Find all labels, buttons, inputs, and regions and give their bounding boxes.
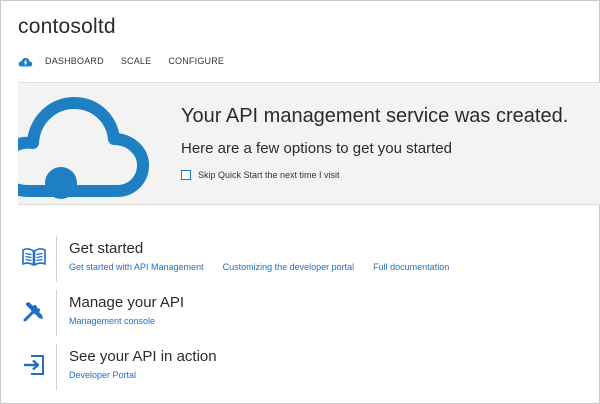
section-get-started: Get started Get started with API Managem… [18,236,598,282]
quick-start-banner: Your API management service was created.… [18,82,600,205]
section-divider [56,290,57,336]
sign-in-icon [18,349,50,381]
hero-headline: Your API management service was created. [181,105,569,127]
book-icon [18,241,50,273]
section-divider [56,344,57,390]
link-get-started-api-management[interactable]: Get started with API Management [69,262,204,272]
nav-configure[interactable]: CONFIGURE [168,56,224,66]
link-full-documentation[interactable]: Full documentation [373,262,449,272]
hero-subheadline: Here are a few options to get you starte… [181,140,452,157]
skip-quickstart-label[interactable]: Skip Quick Start the next time I visit [198,170,340,180]
tools-icon [18,295,50,327]
cloud-bolt-icon[interactable] [18,55,33,67]
link-management-console[interactable]: Management console [69,316,155,326]
section-title: Get started [69,240,144,257]
service-title: contosoltd [18,15,116,38]
section-links: Management console [69,316,174,326]
section-api-in-action: See your API in action Developer Portal [18,344,598,390]
top-nav: DASHBOARD SCALE CONFIGURE [18,54,241,68]
section-links: Get started with API Management Customiz… [69,262,468,272]
nav-dashboard[interactable]: DASHBOARD [45,56,104,66]
section-links: Developer Portal [69,370,155,380]
section-divider [56,236,57,282]
link-customizing-developer-portal[interactable]: Customizing the developer portal [223,262,355,272]
link-developer-portal[interactable]: Developer Portal [69,370,136,380]
section-title: Manage your API [69,294,185,311]
cloud-icon [18,97,149,199]
section-title: See your API in action [69,348,217,365]
skip-quickstart-checkbox[interactable] [181,170,191,180]
section-manage-api: Manage your API Management console [18,290,598,336]
skip-quickstart-row: Skip Quick Start the next time I visit [181,170,340,180]
nav-scale[interactable]: SCALE [121,56,152,66]
